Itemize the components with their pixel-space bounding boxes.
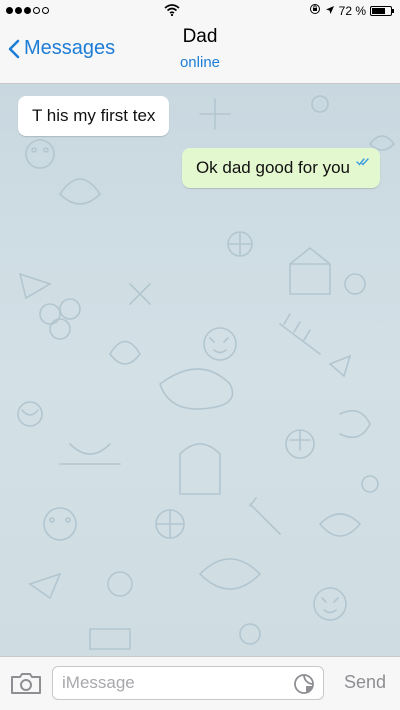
message-composer: Send [0,656,400,710]
status-bar: 72 % [0,0,400,20]
phone-screen: 72 % Messages Dad online T his my first … [0,0,400,710]
incoming-message-bubble[interactable]: T his my first tex [18,96,170,136]
double-check-read-icon [356,141,372,181]
location-arrow-icon [325,4,335,18]
lock-rotation-icon [309,3,321,18]
chat-area[interactable]: T his my first tex Ok dad good for you [0,84,400,656]
message-input[interactable] [52,666,324,700]
battery-level-fill [372,7,385,14]
wifi-icon [164,3,180,21]
signal-dots-icon [6,7,49,14]
outgoing-message-bubble[interactable]: Ok dad good for you [181,148,380,188]
contact-status: online [179,54,221,71]
sticker-icon[interactable] [293,673,315,700]
send-button[interactable]: Send [344,672,386,693]
contact-name[interactable]: Dad [0,26,400,48]
message-text: T his my first tex [32,106,156,125]
battery-icon [370,5,394,16]
camera-icon[interactable] [10,671,42,700]
battery-percentage: 72 % [338,3,366,18]
message-text: Ok dad good for you [195,158,350,177]
navigation-bar: Messages Dad online [0,20,400,84]
